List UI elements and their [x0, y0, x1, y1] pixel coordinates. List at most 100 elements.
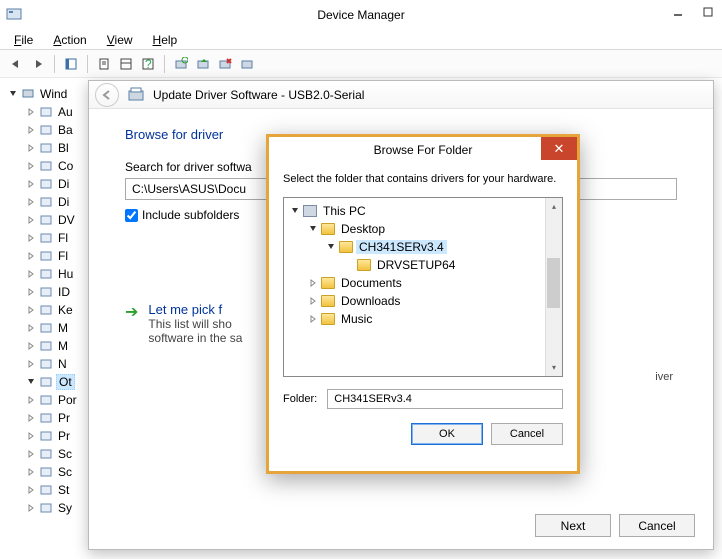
chevron-down-icon[interactable]	[326, 242, 336, 252]
close-button[interactable]: ✕	[541, 137, 577, 160]
tree-item-label: St	[56, 483, 71, 497]
cancel-button[interactable]: Cancel	[491, 423, 563, 445]
chevron-icon[interactable]	[26, 305, 36, 315]
tree-item-label: Pr	[56, 429, 72, 443]
chevron-icon[interactable]	[26, 161, 36, 171]
folder-label: Folder:	[283, 393, 317, 405]
menu-help[interactable]: Help	[145, 31, 186, 49]
device-category-icon	[38, 122, 54, 138]
folder-tree-item[interactable]: Desktop	[284, 220, 562, 238]
folder-name-input[interactable]	[327, 389, 563, 409]
device-category-icon	[38, 176, 54, 192]
chevron-icon[interactable]	[26, 413, 36, 423]
menu-view[interactable]: View	[99, 31, 141, 49]
scroll-thumb[interactable]	[547, 258, 560, 308]
chevron-icon[interactable]	[26, 143, 36, 153]
toolbar-scan-button[interactable]	[171, 54, 191, 74]
chevron-icon[interactable]	[26, 485, 36, 495]
computer-icon	[20, 86, 36, 102]
chevron-icon[interactable]	[26, 395, 36, 405]
scroll-down-button[interactable]: ▾	[546, 359, 562, 376]
tree-item-label: Di	[56, 195, 71, 209]
toolbar-help-button[interactable]: ?	[138, 54, 158, 74]
toolbar-showhide-button[interactable]	[61, 54, 81, 74]
tree-item-label: Hu	[56, 267, 75, 281]
tree-item-label: Ba	[56, 123, 75, 137]
chevron-icon[interactable]	[26, 107, 36, 117]
toolbar-separator	[54, 55, 55, 73]
folder-tree-item[interactable]: CH341SERv3.4	[284, 238, 562, 256]
browse-titlebar: Browse For Folder ✕	[269, 137, 577, 163]
chevron-icon[interactable]	[26, 125, 36, 135]
device-category-icon	[38, 338, 54, 354]
toolbar-disable-button[interactable]	[237, 54, 257, 74]
toolbar-uninstall-button[interactable]	[215, 54, 235, 74]
toolbar-refresh-button[interactable]	[116, 54, 136, 74]
nav-back-button[interactable]	[6, 54, 26, 74]
chevron-icon[interactable]	[26, 431, 36, 441]
chevron-icon[interactable]	[26, 215, 36, 225]
chevron-icon[interactable]	[26, 233, 36, 243]
chevron-icon[interactable]	[26, 341, 36, 351]
chevron-icon[interactable]	[26, 269, 36, 279]
chevron-right-icon[interactable]	[308, 278, 318, 288]
device-category-icon	[38, 212, 54, 228]
back-button[interactable]	[95, 83, 119, 107]
tree-item-label: DV	[56, 213, 77, 227]
next-button[interactable]: Next	[535, 514, 611, 537]
browse-for-folder-dialog: Browse For Folder ✕ Select the folder th…	[266, 134, 580, 474]
toolbar-update-driver-button[interactable]	[193, 54, 213, 74]
tree-item-label: Fl	[56, 231, 70, 245]
folder-icon	[357, 259, 371, 271]
browse-dialog-title: Browse For Folder	[374, 143, 473, 157]
scroll-up-button[interactable]: ▴	[546, 198, 562, 215]
update-driver-title: Update Driver Software - USB2.0-Serial	[153, 88, 364, 102]
ok-button[interactable]: OK	[411, 423, 483, 445]
toolbar-properties-button[interactable]	[94, 54, 114, 74]
chevron-icon[interactable]	[26, 287, 36, 297]
device-category-icon	[38, 356, 54, 372]
chevron-icon[interactable]	[26, 323, 36, 333]
device-category-icon	[38, 464, 54, 480]
folder-tree-item[interactable]: Music	[284, 310, 562, 328]
toolbar-separator	[164, 55, 165, 73]
let-me-pick-title: Let me pick f	[148, 302, 242, 317]
chevron-right-icon[interactable]	[308, 314, 318, 324]
chevron-icon[interactable]	[26, 467, 36, 477]
chevron-down-icon[interactable]	[308, 224, 318, 234]
maximize-button[interactable]	[700, 4, 716, 20]
nav-forward-button[interactable]	[28, 54, 48, 74]
menu-action[interactable]: Action	[45, 31, 94, 49]
scrollbar[interactable]: ▴ ▾	[545, 198, 562, 376]
folder-tree-item[interactable]: Documents	[284, 274, 562, 292]
chevron-icon[interactable]	[26, 377, 36, 387]
chevron-icon[interactable]	[26, 179, 36, 189]
tree-item-label: Bl	[56, 141, 71, 155]
minimize-button[interactable]	[670, 4, 686, 20]
device-category-icon	[38, 248, 54, 264]
arrow-right-icon: ➔	[125, 302, 138, 345]
folder-tree-item-label: This PC	[320, 204, 369, 218]
chevron-icon[interactable]	[26, 359, 36, 369]
chevron-icon[interactable]	[26, 251, 36, 261]
toolbar: ?	[0, 50, 722, 78]
chevron-down-icon[interactable]	[8, 89, 18, 99]
device-category-icon	[38, 374, 54, 390]
tree-item-label: Sc	[56, 465, 74, 479]
folder-icon	[321, 277, 335, 289]
chevron-right-icon[interactable]	[308, 296, 318, 306]
folder-tree[interactable]: This PC DesktopCH341SERv3.4DRVSETUP64Docu…	[283, 197, 563, 377]
folder-tree-item[interactable]: This PC	[284, 202, 562, 220]
chevron-down-icon[interactable]	[290, 206, 300, 216]
chevron-icon[interactable]	[26, 449, 36, 459]
chevron-icon[interactable]	[26, 197, 36, 207]
folder-tree-item[interactable]: Downloads	[284, 292, 562, 310]
chevron-icon[interactable]	[26, 503, 36, 513]
cancel-button[interactable]: Cancel	[619, 514, 695, 537]
app-icon	[6, 6, 22, 22]
device-category-icon	[38, 266, 54, 282]
folder-tree-item[interactable]: DRVSETUP64	[284, 256, 562, 274]
include-subfolders-checkbox[interactable]	[125, 209, 138, 222]
menu-file[interactable]: File	[6, 31, 41, 49]
this-pc-icon	[303, 205, 317, 217]
